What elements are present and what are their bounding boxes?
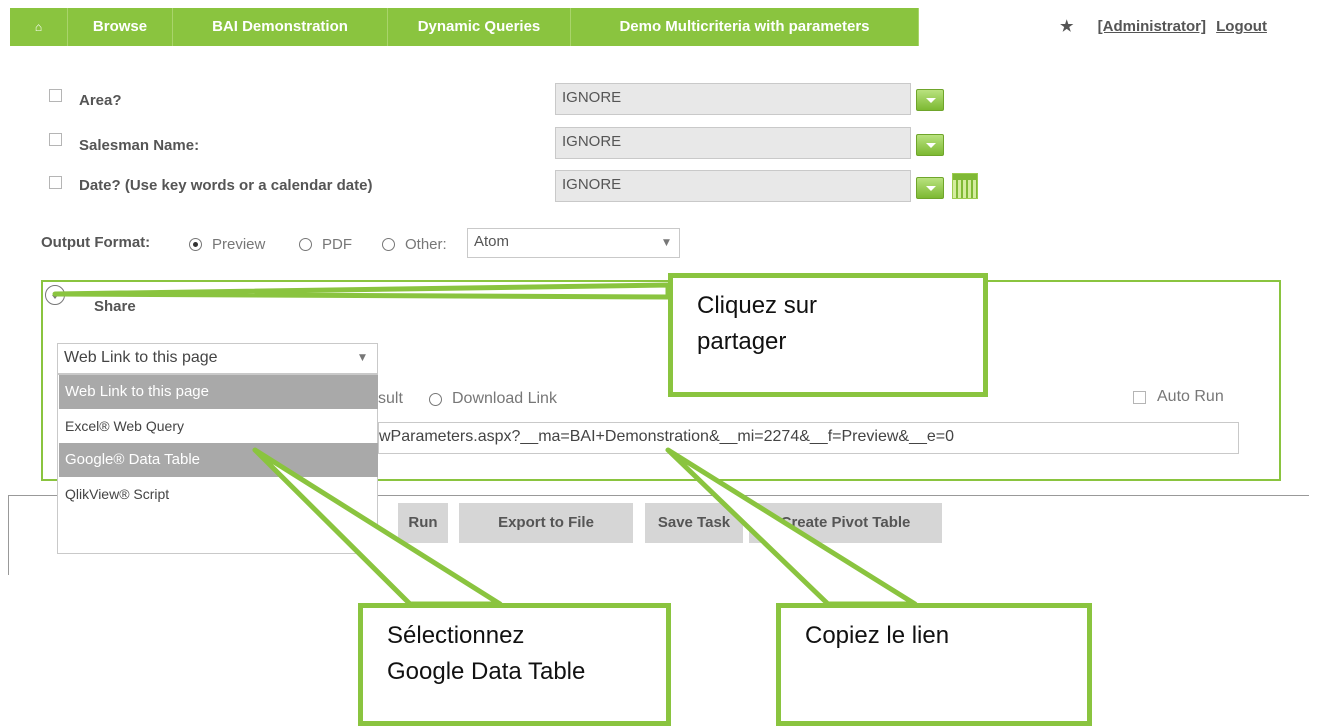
- share-type-value: Web Link to this page: [64, 349, 218, 366]
- download-link-radio[interactable]: [429, 393, 442, 406]
- nav-item-demo-multicriteria[interactable]: Demo Multicriteria with parameters: [571, 8, 919, 46]
- callout-text: partager: [697, 328, 787, 355]
- dropdown-option[interactable]: Excel® Web Query: [59, 409, 378, 443]
- other-label: Other:: [405, 236, 447, 253]
- area-checkbox[interactable]: [49, 89, 62, 102]
- create-pivot-table-button[interactable]: Create Pivot Table: [749, 503, 942, 543]
- area-label: Area?: [79, 92, 122, 109]
- salesman-checkbox[interactable]: [49, 133, 62, 146]
- administrator-link[interactable]: [Administrator]: [1098, 18, 1206, 35]
- calendar-icon[interactable]: [952, 173, 978, 199]
- star-icon[interactable]: ★: [1060, 18, 1073, 35]
- callout-google: Sélectionnez Google Data Table: [358, 603, 671, 726]
- other-format-value: Atom: [474, 233, 510, 250]
- chevron-down-icon: ▼: [663, 238, 670, 248]
- share-toggle-icon[interactable]: [45, 285, 65, 305]
- preview-radio[interactable]: [189, 238, 202, 251]
- callout-text: Cliquez sur: [697, 292, 818, 319]
- logout-link[interactable]: Logout: [1216, 18, 1267, 35]
- salesman-dropdown-button[interactable]: [916, 134, 944, 156]
- callout-text: Sélectionnez: [387, 622, 525, 649]
- divider: [8, 495, 57, 496]
- run-button[interactable]: Run: [398, 503, 448, 543]
- top-navigation: ⌂ Browse BAI Demonstration Dynamic Queri…: [0, 0, 1317, 46]
- date-label: Date? (Use key words or a calendar date): [79, 177, 373, 194]
- export-to-file-button[interactable]: Export to File: [459, 503, 633, 543]
- chevron-down-icon: ▼: [359, 353, 366, 363]
- auto-run-label: Auto Run: [1157, 388, 1224, 405]
- callout-text: Copiez le lien: [805, 622, 950, 649]
- preview-label: Preview: [212, 236, 266, 253]
- other-format-select[interactable]: Atom: [467, 228, 680, 258]
- callout-text: Google Data Table: [387, 658, 586, 685]
- divider: [8, 495, 9, 575]
- date-checkbox[interactable]: [49, 176, 62, 189]
- dropdown-option-google[interactable]: Google® Data Table: [59, 443, 378, 477]
- salesman-input[interactable]: IGNORE: [555, 127, 911, 159]
- share-type-select[interactable]: Web Link to this page: [57, 343, 378, 374]
- callout-copy-link: Copiez le lien: [776, 603, 1092, 726]
- output-format-label: Output Format:: [41, 234, 151, 251]
- auto-run-checkbox[interactable]: [1133, 391, 1146, 404]
- user-menu: ★ [Administrator] Logout: [1060, 8, 1273, 46]
- dropdown-option[interactable]: Web Link to this page: [59, 375, 378, 409]
- share-url-field[interactable]: wParameters.aspx?__ma=BAI+Demonstration&…: [378, 422, 1239, 454]
- result-option-label: sult: [378, 390, 403, 407]
- share-label: Share: [94, 298, 136, 315]
- date-dropdown-button[interactable]: [916, 177, 944, 199]
- pdf-label: PDF: [322, 236, 352, 253]
- salesman-label: Salesman Name:: [79, 137, 200, 154]
- nav-item-bai-demonstration[interactable]: BAI Demonstration: [173, 8, 388, 46]
- date-input[interactable]: IGNORE: [555, 170, 911, 202]
- download-link-label: Download Link: [452, 390, 557, 407]
- save-task-button[interactable]: Save Task: [645, 503, 743, 543]
- area-input[interactable]: IGNORE: [555, 83, 911, 115]
- area-dropdown-button[interactable]: [916, 89, 944, 111]
- other-radio[interactable]: [382, 238, 395, 251]
- share-type-dropdown: Web Link to this page Excel® Web Query G…: [57, 374, 378, 554]
- home-icon[interactable]: ⌂: [10, 8, 68, 46]
- dropdown-option[interactable]: QlikView® Script: [59, 477, 378, 511]
- callout-share: Cliquez sur partager: [668, 273, 988, 397]
- nav-item-browse[interactable]: Browse: [68, 8, 173, 46]
- nav-item-dynamic-queries[interactable]: Dynamic Queries: [388, 8, 571, 46]
- pdf-radio[interactable]: [299, 238, 312, 251]
- divider: [378, 495, 1309, 496]
